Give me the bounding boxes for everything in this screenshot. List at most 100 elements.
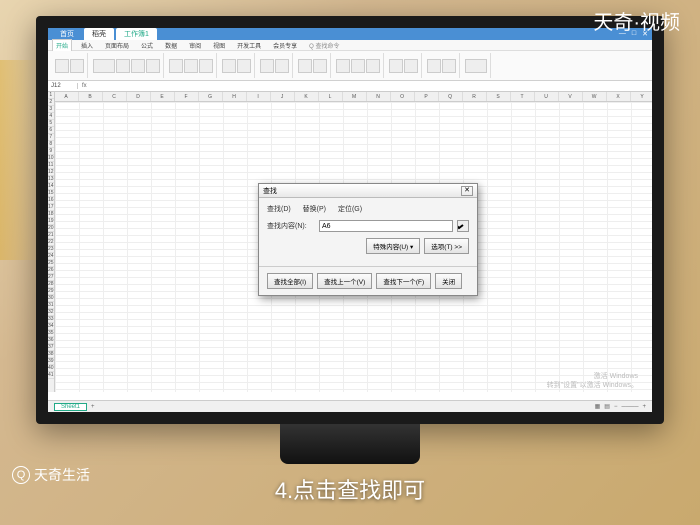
row-header[interactable]: 2 — [48, 99, 54, 106]
name-box[interactable]: J12 — [48, 83, 78, 89]
align-right-icon[interactable] — [199, 59, 213, 73]
col-header[interactable]: D — [127, 92, 151, 101]
col-header[interactable]: G — [199, 92, 223, 101]
special-content-button[interactable]: 特殊内容(U) ▾ — [366, 238, 420, 254]
row-header[interactable]: 4 — [48, 113, 54, 120]
zoom-slider[interactable]: ──── — [621, 404, 638, 410]
col-header[interactable]: F — [175, 92, 199, 101]
row-header[interactable]: 26 — [48, 267, 54, 274]
col-header[interactable]: T — [511, 92, 535, 101]
italic-icon[interactable] — [131, 59, 145, 73]
row-header[interactable]: 7 — [48, 134, 54, 141]
col-header[interactable]: O — [391, 92, 415, 101]
view-page-icon[interactable]: ▤ — [604, 403, 610, 410]
document-tab[interactable]: 工作簿1 — [116, 28, 157, 40]
tab-docker[interactable]: 稻壳 — [84, 28, 114, 40]
col-header[interactable]: J — [271, 92, 295, 101]
col-header[interactable]: A — [55, 92, 79, 101]
row-header[interactable]: 33 — [48, 316, 54, 323]
row-header[interactable]: 1 — [48, 92, 54, 99]
row-header[interactable]: 18 — [48, 211, 54, 218]
col-header[interactable]: U — [535, 92, 559, 101]
col-header[interactable]: V — [559, 92, 583, 101]
fill-icon[interactable] — [389, 59, 403, 73]
col-header[interactable]: H — [223, 92, 247, 101]
row-header[interactable]: 41 — [48, 372, 54, 379]
row-col-icon[interactable] — [404, 59, 418, 73]
find-input[interactable] — [319, 220, 453, 232]
col-header[interactable]: Y — [631, 92, 652, 101]
row-header[interactable]: 8 — [48, 141, 54, 148]
col-header[interactable]: K — [295, 92, 319, 101]
ribbon-tab[interactable]: 开始 — [52, 39, 72, 51]
ribbon-tab[interactable]: 视图 — [210, 40, 228, 51]
find-icon[interactable] — [465, 59, 487, 73]
tab-find[interactable]: 查找(D) — [267, 206, 291, 213]
row-header[interactable]: 31 — [48, 302, 54, 309]
options-button[interactable]: 选项(T) >> — [424, 238, 469, 254]
ribbon-tab[interactable]: 数据 — [162, 40, 180, 51]
filter-icon[interactable] — [351, 59, 365, 73]
row-header[interactable]: 36 — [48, 337, 54, 344]
fx-icon[interactable]: fx — [78, 83, 91, 89]
col-header[interactable]: N — [367, 92, 391, 101]
tab-goto[interactable]: 定位(G) — [338, 206, 362, 213]
row-header[interactable]: 10 — [48, 155, 54, 162]
cut-icon[interactable] — [70, 59, 84, 73]
col-header[interactable]: I — [247, 92, 271, 101]
col-header[interactable]: R — [463, 92, 487, 101]
row-header[interactable]: 5 — [48, 120, 54, 127]
col-header[interactable]: Q — [439, 92, 463, 101]
wrap-icon[interactable] — [237, 59, 251, 73]
align-center-icon[interactable] — [184, 59, 198, 73]
row-header[interactable]: 13 — [48, 176, 54, 183]
row-header[interactable]: 38 — [48, 351, 54, 358]
col-header[interactable]: S — [487, 92, 511, 101]
row-header[interactable]: 34 — [48, 323, 54, 330]
ribbon-tab[interactable]: 会员专享 — [270, 40, 300, 51]
row-header[interactable]: 20 — [48, 225, 54, 232]
sheet-tab[interactable]: Sheet1 — [54, 403, 87, 411]
align-left-icon[interactable] — [169, 59, 183, 73]
ribbon-tab[interactable]: 页面布局 — [102, 40, 132, 51]
find-next-button[interactable]: 查找下一个(F) — [376, 273, 431, 289]
ribbon-tab[interactable]: 开发工具 — [234, 40, 264, 51]
row-header[interactable]: 6 — [48, 127, 54, 134]
row-header[interactable]: 27 — [48, 274, 54, 281]
add-sheet-button[interactable]: + — [91, 404, 95, 410]
row-header[interactable]: 37 — [48, 344, 54, 351]
row-header[interactable]: 15 — [48, 190, 54, 197]
row-header[interactable]: 29 — [48, 288, 54, 295]
row-header[interactable]: 28 — [48, 281, 54, 288]
row-header[interactable]: 35 — [48, 330, 54, 337]
row-header[interactable]: 30 — [48, 295, 54, 302]
col-header[interactable]: B — [79, 92, 103, 101]
ribbon-search[interactable]: Q 查找命令 — [306, 40, 342, 51]
row-header[interactable]: 19 — [48, 218, 54, 225]
row-header[interactable]: 24 — [48, 253, 54, 260]
number-format-icon[interactable] — [260, 59, 274, 73]
zoom-in-icon[interactable]: + — [642, 404, 646, 410]
row-header[interactable]: 32 — [48, 309, 54, 316]
col-header[interactable]: M — [343, 92, 367, 101]
row-header[interactable]: 11 — [48, 162, 54, 169]
row-header[interactable]: 23 — [48, 246, 54, 253]
find-dropdown[interactable] — [457, 220, 469, 232]
sort-icon[interactable] — [366, 59, 380, 73]
worksheet-icon[interactable] — [427, 59, 441, 73]
row-header[interactable]: 21 — [48, 232, 54, 239]
view-normal-icon[interactable]: ▦ — [595, 403, 601, 410]
row-header[interactable]: 25 — [48, 260, 54, 267]
row-header[interactable]: 12 — [48, 169, 54, 176]
table-style-icon[interactable] — [313, 59, 327, 73]
merge-icon[interactable] — [222, 59, 236, 73]
row-header[interactable]: 22 — [48, 239, 54, 246]
sum-icon[interactable] — [336, 59, 350, 73]
row-header[interactable]: 3 — [48, 106, 54, 113]
conditional-format-icon[interactable] — [298, 59, 312, 73]
paste-icon[interactable] — [55, 59, 69, 73]
bold-icon[interactable] — [116, 59, 130, 73]
row-header[interactable]: 14 — [48, 183, 54, 190]
col-header[interactable]: L — [319, 92, 343, 101]
find-prev-button[interactable]: 查找上一个(V) — [317, 273, 372, 289]
